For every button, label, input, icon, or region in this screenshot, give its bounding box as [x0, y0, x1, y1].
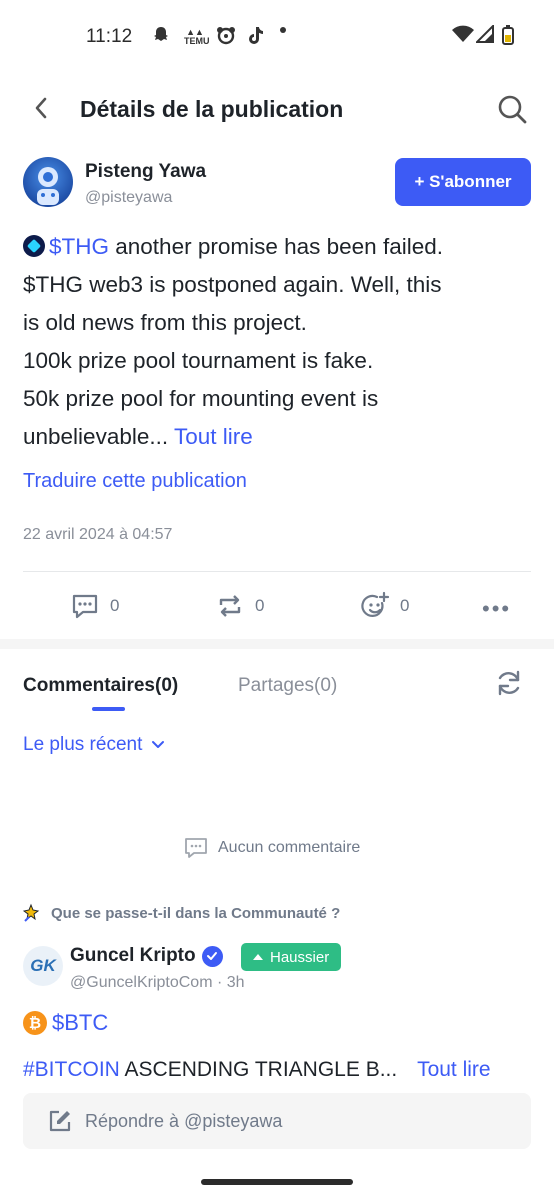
post-line-6: unbelievable... Tout lire [23, 418, 533, 456]
post-date: 22 avril 2024 à 04:57 [23, 526, 173, 543]
community-author-name: Guncel Kripto [70, 945, 196, 966]
post-text: unbelievable... [23, 424, 169, 449]
post-line-1: $THG another promise has been failed. [23, 228, 533, 266]
post-line-5: 50k prize pool for mounting event is [23, 386, 379, 411]
comment-icon [72, 594, 98, 619]
section-separator [0, 639, 554, 649]
chevron-down-icon [152, 741, 165, 748]
repost-icon [219, 595, 241, 617]
reply-placeholder: Répondre à @pisteyawa [85, 1110, 283, 1131]
reaction-button[interactable]: 0 [360, 590, 409, 622]
repost-count: 0 [255, 596, 265, 615]
search-icon [498, 95, 527, 124]
temu-icon: ▲▲ TEMU [184, 27, 210, 46]
status-bar: 11:12 ▲▲ TEMU [0, 0, 554, 72]
sentiment-badge: Haussier [241, 943, 342, 971]
battery-icon [502, 25, 514, 50]
wifi-icon [452, 25, 474, 48]
community-post-avatar[interactable]: GK [23, 946, 63, 986]
post-line-3: is old news from this project. [23, 310, 307, 335]
search-button[interactable] [496, 93, 528, 125]
reaction-count: 0 [400, 596, 410, 615]
repost-button[interactable]: 0 [215, 590, 264, 622]
reply-input[interactable]: Répondre à @pisteyawa [23, 1093, 531, 1149]
back-button[interactable] [28, 94, 56, 122]
temu-label: TEMU [184, 36, 210, 46]
more-options-icon[interactable]: ••• [482, 596, 511, 622]
home-indicator[interactable] [201, 1179, 353, 1185]
empty-state: Aucun commentaire [184, 836, 360, 860]
active-tab-indicator [92, 707, 125, 711]
tab-shares[interactable]: Partages(0) [238, 675, 337, 697]
ticker-link[interactable]: $THG [49, 234, 109, 259]
chevron-left-icon [35, 97, 47, 119]
signal-icon [474, 23, 494, 48]
btc-coin-icon: ₿ [23, 1011, 47, 1035]
post-text: another promise has been failed. [109, 234, 443, 259]
follow-button[interactable]: + S'abonner [395, 158, 531, 206]
status-time: 11:12 [86, 26, 133, 47]
post-line-2: $THG web3 is postponed again. Well, this [23, 272, 442, 297]
comment-button[interactable]: 0 [70, 590, 119, 622]
edit-icon [49, 1110, 71, 1132]
badge-label: Haussier [270, 948, 330, 966]
sparkle-star-icon [23, 903, 40, 922]
community-title: Que se passe-t-il dans la Communauté ? [51, 904, 341, 922]
sort-label: Le plus récent [23, 734, 143, 755]
btc-ticker: $BTC [52, 1010, 109, 1035]
refresh-icon [498, 670, 520, 696]
translate-link[interactable]: Traduire cette publication [23, 470, 247, 493]
page-title: Détails de la publication [80, 96, 344, 122]
tiktok-icon [247, 25, 265, 50]
community-post-handle: @GuncelKriptoCom · 3h [70, 974, 245, 991]
tab-comments[interactable]: Commentaires(0) [23, 675, 178, 697]
community-post-author[interactable]: Guncel Kripto [70, 945, 223, 967]
comment-icon [185, 838, 207, 858]
sort-dropdown[interactable]: Le plus récent [23, 734, 166, 756]
author-handle: @pisteyawa [85, 189, 173, 206]
robot-avatar-icon [37, 167, 59, 205]
empty-label: Aucun commentaire [218, 839, 361, 856]
arrow-up-icon [253, 954, 263, 960]
notification-dot-icon [280, 27, 286, 33]
snapchat-icon [151, 25, 171, 50]
thg-coin-icon [23, 235, 45, 257]
author-name[interactable]: Pisteng Yawa [85, 161, 206, 183]
divider [23, 571, 531, 572]
refresh-button[interactable] [494, 668, 524, 698]
comment-count: 0 [110, 596, 120, 615]
app-icon [215, 25, 237, 50]
post-body: $THG another promise has been failed. $T… [23, 228, 533, 456]
author-avatar[interactable] [23, 157, 73, 207]
community-post-ticker[interactable]: ₿ $BTC [23, 1010, 108, 1036]
emoji-add-icon [361, 591, 390, 617]
read-more-link[interactable]: Tout lire [174, 424, 253, 449]
verified-icon [201, 945, 223, 967]
post-line-4: 100k prize pool tournament is fake. [23, 348, 374, 373]
community-header: Que se passe-t-il dans la Communauté ? [23, 903, 340, 923]
